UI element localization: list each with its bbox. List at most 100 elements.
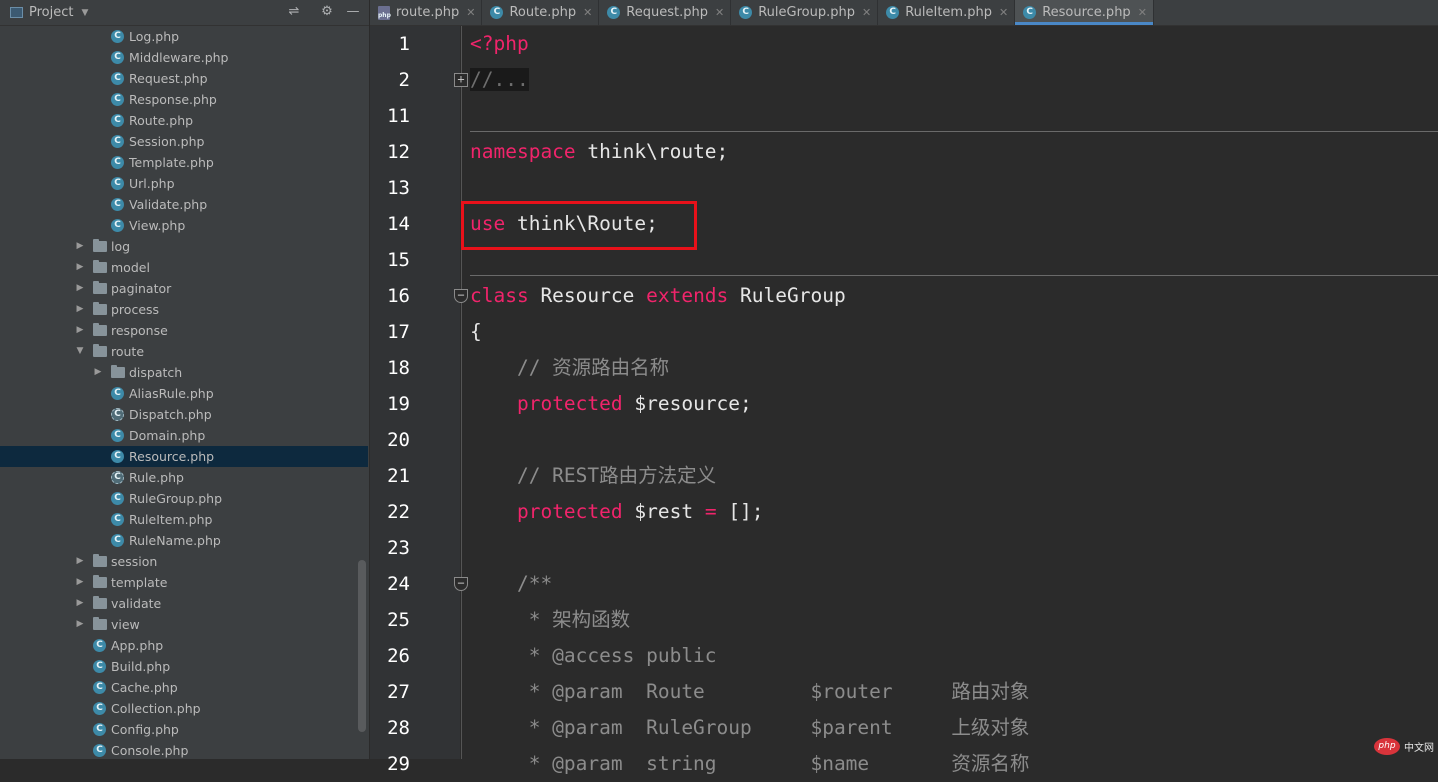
editor-tab[interactable]: C Resource.php ✕ bbox=[1015, 0, 1154, 25]
class-icon: C bbox=[93, 744, 106, 757]
tree-folder-template[interactable]: ▶ template bbox=[0, 572, 368, 593]
tree-file[interactable]: C Dispatch.php bbox=[0, 404, 368, 425]
tree-file[interactable]: C Route.php bbox=[0, 110, 368, 131]
tree-file[interactable]: C Collection.php bbox=[0, 698, 368, 719]
code-token: { bbox=[470, 320, 482, 343]
fold-collapse-icon[interactable]: − bbox=[454, 289, 468, 303]
tree-item-label: Collection.php bbox=[111, 701, 201, 716]
tree-file[interactable]: C Config.php bbox=[0, 719, 368, 740]
tree-file[interactable]: C Cache.php bbox=[0, 677, 368, 698]
close-icon[interactable]: ✕ bbox=[999, 6, 1008, 19]
tree-item-label: View.php bbox=[129, 218, 186, 233]
tree-folder-route[interactable]: ▼ route bbox=[0, 341, 368, 362]
chevron-down-icon[interactable]: ▼ bbox=[81, 8, 88, 18]
tree-file[interactable]: C Request.php bbox=[0, 68, 368, 89]
class-icon: C bbox=[111, 198, 124, 211]
tree-file[interactable]: C Build.php bbox=[0, 656, 368, 677]
code-line[interactable]: * @param RuleGroup $parent 上级对象 bbox=[470, 710, 1030, 746]
tree-file[interactable]: C View.php bbox=[0, 215, 368, 236]
folder-icon bbox=[93, 302, 107, 315]
chevron-right-icon[interactable]: ▶ bbox=[75, 551, 85, 572]
editor-tab[interactable]: C RuleItem.php ✕ bbox=[878, 0, 1016, 25]
tree-file[interactable]: C RuleItem.php bbox=[0, 509, 368, 530]
collapse-all-icon[interactable]: ⇌ bbox=[285, 3, 303, 21]
sidebar-scrollbar[interactable] bbox=[358, 560, 366, 732]
tree-folder-paginator[interactable]: ▶ paginator bbox=[0, 278, 368, 299]
tree-folder-log[interactable]: ▶ log bbox=[0, 236, 368, 257]
code-line[interactable]: <?php bbox=[470, 26, 529, 62]
tree-folder-dispatch[interactable]: ▶ dispatch bbox=[0, 362, 368, 383]
tree-file[interactable]: C Console.php bbox=[0, 740, 368, 759]
code-token: <?php bbox=[470, 32, 529, 55]
code-line[interactable]: protected $resource; bbox=[470, 386, 752, 422]
chevron-right-icon[interactable]: ▶ bbox=[75, 614, 85, 635]
chevron-right-icon[interactable]: ▶ bbox=[75, 257, 85, 278]
tree-folder-validate[interactable]: ▶ validate bbox=[0, 593, 368, 614]
tree-folder-view[interactable]: ▶ view bbox=[0, 614, 368, 635]
editor-tab[interactable]: php route.php ✕ bbox=[370, 0, 483, 25]
code-line[interactable]: // 资源路由名称 bbox=[470, 350, 669, 386]
code-line[interactable]: * 架构函数 bbox=[470, 602, 631, 638]
tab-label: Resource.php bbox=[1042, 5, 1131, 20]
tree-file[interactable]: C Rule.php bbox=[0, 467, 368, 488]
tree-file[interactable]: C RuleName.php bbox=[0, 530, 368, 551]
tree-file[interactable]: C Response.php bbox=[0, 89, 368, 110]
gear-icon[interactable]: ⚙ bbox=[318, 3, 336, 21]
chevron-right-icon[interactable]: ▶ bbox=[75, 278, 85, 299]
tree-file[interactable]: C Template.php bbox=[0, 152, 368, 173]
code-line[interactable]: /** bbox=[470, 566, 552, 602]
php-file-icon: php bbox=[378, 5, 391, 20]
code-line[interactable]: class Resource extends RuleGroup bbox=[470, 278, 846, 314]
close-icon[interactable]: ✕ bbox=[862, 6, 871, 19]
tree-folder-process[interactable]: ▶ process bbox=[0, 299, 368, 320]
code-line[interactable]: * @access public bbox=[470, 638, 717, 674]
tree-item-label: route bbox=[111, 344, 145, 359]
class-icon: C bbox=[111, 156, 124, 169]
tree-file[interactable]: C Log.php bbox=[0, 26, 368, 47]
close-icon[interactable]: ✕ bbox=[715, 6, 724, 19]
class-icon: C bbox=[111, 513, 124, 526]
fold-collapse-icon[interactable]: − bbox=[454, 577, 468, 591]
code-line[interactable]: // REST路由方法定义 bbox=[470, 458, 716, 494]
fold-expand-icon[interactable]: + bbox=[454, 73, 468, 87]
editor-tab[interactable]: C Route.php ✕ bbox=[482, 0, 600, 25]
close-icon[interactable]: ✕ bbox=[1138, 6, 1147, 19]
tree-file[interactable]: C Session.php bbox=[0, 131, 368, 152]
code-line[interactable]: { bbox=[470, 314, 482, 350]
code-editor[interactable]: 1 2 11 12 13 14 15 16 17 18 19 20 21 22 23 24 25 26 27 28 29… bbox=[370, 26, 1438, 775]
tree-file[interactable]: C Validate.php bbox=[0, 194, 368, 215]
code-line[interactable]: * @param string $name 资源名称 bbox=[470, 746, 1030, 782]
minimize-icon[interactable]: — bbox=[344, 3, 362, 21]
chevron-down-icon[interactable]: ▼ bbox=[75, 341, 85, 362]
tree-folder-session[interactable]: ▶ session bbox=[0, 551, 368, 572]
chevron-right-icon[interactable]: ▶ bbox=[93, 362, 103, 383]
tree-file[interactable]: C Middleware.php bbox=[0, 47, 368, 68]
code-line[interactable]: protected $rest = []; bbox=[470, 494, 764, 530]
tree-file[interactable]: C Domain.php bbox=[0, 425, 368, 446]
folder-icon bbox=[93, 554, 107, 567]
chevron-right-icon[interactable]: ▶ bbox=[75, 236, 85, 257]
chevron-right-icon[interactable]: ▶ bbox=[75, 320, 85, 341]
close-icon[interactable]: ✕ bbox=[466, 6, 475, 19]
project-title[interactable]: Project bbox=[29, 5, 73, 20]
tree-folder-model[interactable]: ▶ model bbox=[0, 257, 368, 278]
tree-item-label: paginator bbox=[111, 281, 172, 296]
tree-folder-response[interactable]: ▶ response bbox=[0, 320, 368, 341]
chevron-right-icon[interactable]: ▶ bbox=[75, 572, 85, 593]
editor-tab[interactable]: C Request.php ✕ bbox=[599, 0, 732, 25]
tree-file[interactable]: C App.php bbox=[0, 635, 368, 656]
tree-file[interactable]: C Resource.php bbox=[0, 446, 368, 467]
tree-item-label: Route.php bbox=[129, 113, 194, 128]
line-number: 17 bbox=[387, 321, 410, 343]
editor-tab[interactable]: C RuleGroup.php ✕ bbox=[731, 0, 879, 25]
tree-file[interactable]: C Url.php bbox=[0, 173, 368, 194]
code-line[interactable]: namespace think\route; bbox=[470, 134, 728, 170]
chevron-right-icon[interactable]: ▶ bbox=[75, 593, 85, 614]
tree-file[interactable]: C AliasRule.php bbox=[0, 383, 368, 404]
chevron-right-icon[interactable]: ▶ bbox=[75, 299, 85, 320]
code-line[interactable]: * @param Route $router 路由对象 bbox=[470, 674, 1030, 710]
code-line[interactable]: //... bbox=[470, 62, 529, 98]
close-icon[interactable]: ✕ bbox=[583, 6, 592, 19]
tree-file[interactable]: C RuleGroup.php bbox=[0, 488, 368, 509]
